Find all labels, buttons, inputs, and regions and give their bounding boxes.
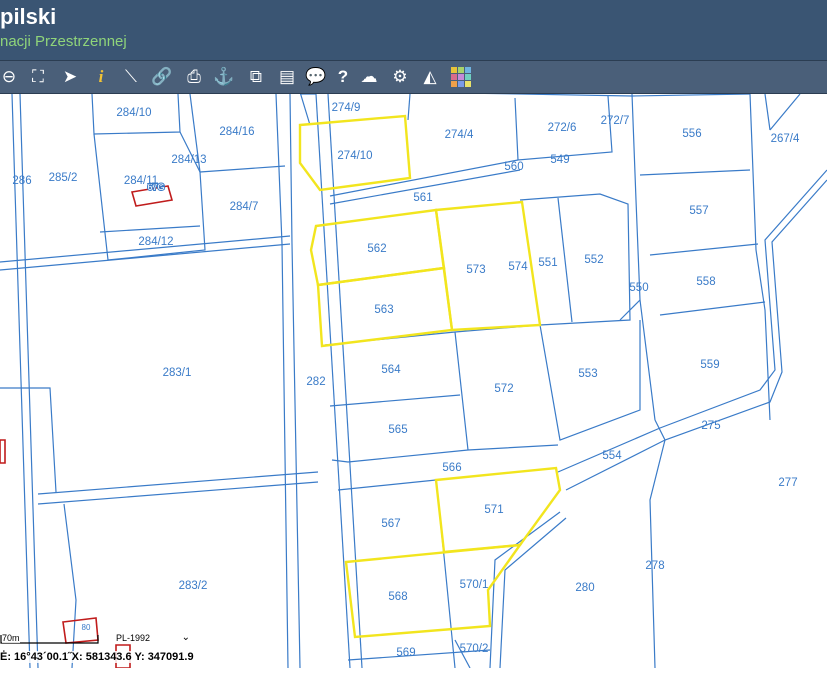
zoom-extent-icon[interactable]: ⛶ xyxy=(27,66,49,88)
parcel-label: 284/12 xyxy=(138,236,173,248)
parcel-labels: 274/9 274/4 272/6 272/7 556 267/4 284/10… xyxy=(12,102,800,659)
parcel-label: 561 xyxy=(413,192,432,204)
buildings xyxy=(0,185,174,669)
parcel-label: 571 xyxy=(484,504,503,516)
parcel-label: 551 xyxy=(538,257,557,269)
measure-icon[interactable]: ⟍ xyxy=(120,66,142,88)
crs-select[interactable]: PL-1992 ⌄ xyxy=(116,632,192,646)
parcel-label: 568 xyxy=(388,591,407,603)
parcel-label: 554 xyxy=(602,450,622,462)
parcel-label: 284/11 xyxy=(124,175,158,187)
coordinate-readout: Ė: 16°43´00.1˝X: 581343.6 Y: 347091.9 xyxy=(0,651,194,663)
info-icon[interactable]: i xyxy=(90,66,112,88)
zoom-out-icon[interactable]: ⊖ xyxy=(0,66,20,88)
parcel-label: 573 xyxy=(466,264,485,276)
app-subtitle: nacji Przestrzennej xyxy=(0,33,127,50)
parcel-label: 280 xyxy=(575,582,594,594)
triangle-icon[interactable]: ◭ xyxy=(419,66,441,88)
parcel-label: 277 xyxy=(778,477,797,489)
link-icon[interactable]: 🔗 xyxy=(151,66,173,88)
parcel-label: 562 xyxy=(367,243,386,255)
print-icon[interactable]: ⎙ xyxy=(183,66,205,88)
parcel-label: 556 xyxy=(682,128,701,140)
parcel-label: 574 xyxy=(508,261,528,273)
parcel-label: 284/10 xyxy=(116,107,151,119)
parcel-label: 275 xyxy=(701,420,720,432)
parcel-label: 569 xyxy=(396,647,415,659)
map-toolbar: ⊖ ⛶ ➤ i ⟍ 🔗 ⎙ ⚓ ⧉ ▤ 💬 ? ☁ ⚙ ◭ xyxy=(0,60,827,94)
app-header: pilski nacji Przestrzennej xyxy=(0,0,827,60)
parcel-label: 267/4 xyxy=(771,133,800,145)
parcel-label: 567 xyxy=(381,518,400,530)
pin-icon[interactable]: ⚓ xyxy=(213,66,235,88)
parcel-label: 278 xyxy=(645,560,664,572)
parcel-label: 284/7 xyxy=(230,201,259,213)
parcel-label: 559 xyxy=(700,359,719,371)
parcel-label: 564 xyxy=(381,364,401,376)
color-grid-icon[interactable] xyxy=(450,66,472,88)
parcel-label: 560 xyxy=(504,161,523,173)
help-icon[interactable]: ? xyxy=(332,66,354,88)
parcel-label: 572 xyxy=(494,383,513,395)
scale-label: 70m xyxy=(2,633,20,643)
parcel-label: 549 xyxy=(550,154,569,166)
chevron-down-icon: ⌄ xyxy=(181,632,190,643)
parcel-label: 282 xyxy=(306,376,325,388)
parcel-label: 558 xyxy=(696,276,715,288)
map-canvas[interactable]: 67G 80 274/9 274/4 272/6 272/7 556 267/4… xyxy=(0,91,827,669)
parcel-label: 283/2 xyxy=(179,580,208,592)
parcel-label: 274/9 xyxy=(332,102,361,114)
parcel-label: 274/10 xyxy=(337,150,372,162)
building-label-80: 80 xyxy=(82,623,91,632)
parcel-label: 286 xyxy=(12,175,31,187)
select-arrow-icon[interactable]: ➤ xyxy=(59,66,81,88)
parcel-label: 566 xyxy=(442,462,461,474)
parcel-label: 565 xyxy=(388,424,407,436)
comment-icon[interactable]: 💬 xyxy=(305,66,327,88)
export-icon[interactable]: ⧉ xyxy=(245,66,267,88)
parcel-label: 552 xyxy=(584,254,603,266)
parcel-label: 274/4 xyxy=(445,129,474,141)
parcel-label: 557 xyxy=(689,205,708,217)
parcel-label: 285/2 xyxy=(49,172,78,184)
parcel-label: 272/6 xyxy=(548,122,577,134)
parcel-label: 563 xyxy=(374,304,393,316)
parcel-label: 272/7 xyxy=(601,115,630,127)
layout-icon[interactable]: ▤ xyxy=(276,66,298,88)
parcel-label: 553 xyxy=(578,368,597,380)
parcel-label: 283/1 xyxy=(163,367,192,379)
cloud-upload-icon[interactable]: ☁ xyxy=(358,66,380,88)
parcel-label: 550 xyxy=(629,282,648,294)
parcel-label: 284/16 xyxy=(219,126,254,138)
crs-value: PL-1992 xyxy=(116,633,151,643)
parcel-label: 570/2 xyxy=(460,643,489,655)
settings-icon[interactable]: ⚙ xyxy=(389,66,411,88)
parcel-label: 570/1 xyxy=(460,579,489,591)
parcel-label: 284/13 xyxy=(171,154,206,166)
app-title: pilski xyxy=(0,4,57,29)
